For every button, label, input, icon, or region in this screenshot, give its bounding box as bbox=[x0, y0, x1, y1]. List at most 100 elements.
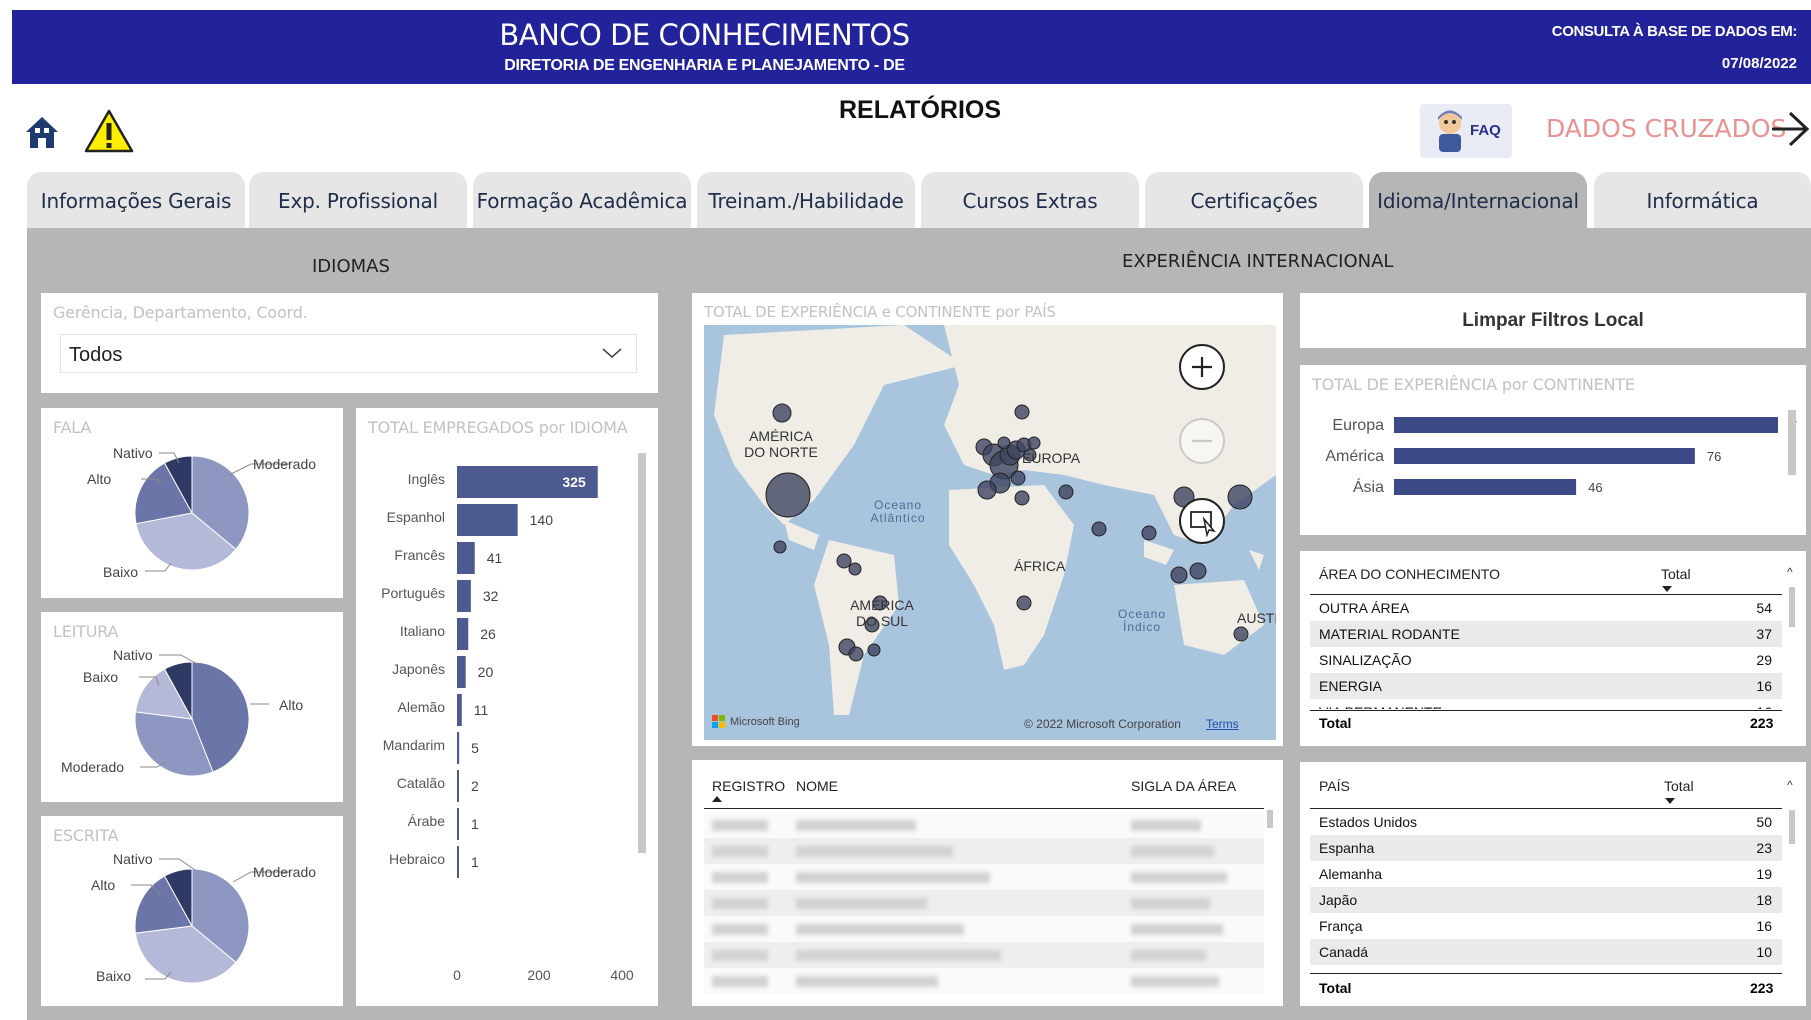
pais-table-body: Estados Unidos 50 Espanha 23 Alemanha 19 Japão… bbox=[1310, 809, 1782, 969]
col-pais[interactable]: PAÍS bbox=[1319, 778, 1350, 794]
warning-icon[interactable] bbox=[84, 108, 134, 154]
zoom-in-button[interactable] bbox=[1178, 343, 1226, 391]
table-row[interactable] bbox=[704, 942, 1264, 968]
continente-bar[interactable] bbox=[1394, 417, 1778, 433]
col-nome[interactable]: NOME bbox=[796, 778, 838, 794]
blurred-cell bbox=[796, 950, 1001, 961]
row-total: 54 bbox=[1756, 600, 1772, 616]
map-copyright: © 2022 Microsoft Corporation bbox=[1024, 717, 1181, 731]
dados-cruzados-link[interactable]: DADOS CRUZADOS bbox=[1546, 114, 1786, 143]
continente-scrollbar[interactable] bbox=[1788, 410, 1796, 475]
blurred-cell bbox=[796, 846, 953, 857]
continente-category-label: Ásia bbox=[1353, 477, 1384, 496]
table-row[interactable]: SINALIZAÇÃO 29 bbox=[1310, 647, 1782, 673]
idioma-category-label: Francês bbox=[394, 547, 445, 563]
map-select-button[interactable] bbox=[1178, 497, 1226, 545]
tab-certifica-es[interactable]: Certificações bbox=[1145, 172, 1363, 229]
table-row[interactable]: OUTRA ÁREA 54 bbox=[1310, 595, 1782, 621]
idioma-scrollbar[interactable] bbox=[638, 453, 646, 853]
table-row[interactable] bbox=[704, 864, 1264, 890]
table-row[interactable]: ENERGIA 16 bbox=[1310, 673, 1782, 699]
idioma-bar[interactable] bbox=[457, 846, 459, 878]
idioma-bar-value: 41 bbox=[487, 550, 503, 566]
continente-bar[interactable] bbox=[1394, 448, 1695, 464]
tab-informa-es-gerais[interactable]: Informações Gerais bbox=[27, 172, 245, 229]
world-map[interactable]: AMÉRICA DO NORTE EUROPA ÁFRICA AMÉRICA D… bbox=[704, 325, 1276, 740]
row-name: OUTRA ÁREA bbox=[1319, 600, 1410, 616]
pais-total-label: Total bbox=[1319, 980, 1352, 996]
table-row[interactable]: Espanha 23 bbox=[1310, 835, 1782, 861]
table-row[interactable]: Estados Unidos 50 bbox=[1310, 809, 1782, 835]
row-total: 37 bbox=[1756, 626, 1772, 642]
idioma-bar[interactable] bbox=[457, 580, 471, 612]
blurred-cell bbox=[796, 976, 938, 987]
app-header: BANCO DE CONHECIMENTOS DIRETORIA DE ENGE… bbox=[12, 10, 1811, 84]
area-scroll-up-icon[interactable]: ^ bbox=[1787, 565, 1793, 579]
continente-bar-panel: TOTAL DE EXPERIÊNCIA por CONTINENTE Euro… bbox=[1300, 365, 1806, 535]
idioma-bar[interactable] bbox=[457, 808, 459, 840]
table-row[interactable]: França 16 bbox=[1310, 913, 1782, 939]
row-total: 50 bbox=[1756, 814, 1772, 830]
registro-scrollbar[interactable] bbox=[1267, 810, 1273, 828]
table-row[interactable] bbox=[704, 968, 1264, 994]
registro-table-panel: REGISTRO NOME SIGLA DA ÁREA bbox=[692, 760, 1283, 1006]
pais-scrollbar[interactable] bbox=[1789, 810, 1795, 844]
idioma-bar-value: 140 bbox=[530, 512, 554, 528]
table-row[interactable] bbox=[704, 812, 1264, 838]
home-icon[interactable] bbox=[22, 112, 62, 152]
registro-table-body bbox=[704, 812, 1264, 1002]
continente-bar-chart: Europa7América76Ásia46 bbox=[1325, 417, 1797, 496]
blurred-cell bbox=[712, 820, 768, 831]
tab-idioma-internacional[interactable]: Idioma/Internacional bbox=[1369, 172, 1587, 229]
zoom-out-button[interactable] bbox=[1178, 417, 1226, 465]
continente-bar-value: 46 bbox=[1588, 480, 1602, 495]
chevron-down-icon bbox=[602, 348, 622, 359]
table-row[interactable] bbox=[704, 916, 1264, 942]
leitura-pie-panel: LEITURA Nativo Baixo Alto Moderado bbox=[41, 612, 343, 802]
table-row[interactable]: Alemanha 19 bbox=[1310, 861, 1782, 887]
col-area[interactable]: ÁREA DO CONHECIMENTO bbox=[1319, 566, 1500, 582]
query-label: CONSULTA À BASE DE DADOS EM: bbox=[1551, 23, 1798, 40]
area-scrollbar[interactable] bbox=[1789, 587, 1795, 627]
blurred-cell bbox=[712, 924, 768, 935]
idioma-bar[interactable] bbox=[457, 504, 518, 536]
idioma-bar[interactable] bbox=[457, 732, 460, 764]
table-row[interactable]: MATERIAL RODANTE 37 bbox=[1310, 621, 1782, 647]
area-total-rule bbox=[1310, 710, 1782, 711]
faq-button[interactable]: FAQ bbox=[1420, 104, 1512, 158]
table-row[interactable]: Canadá 10 bbox=[1310, 939, 1782, 965]
idioma-bar[interactable] bbox=[457, 770, 459, 802]
col-registro[interactable]: REGISTRO bbox=[712, 778, 785, 794]
gerencia-dropdown[interactable]: Todos bbox=[60, 334, 637, 373]
arrow-right-icon[interactable] bbox=[1770, 106, 1810, 152]
col-pais-total[interactable]: Total bbox=[1664, 778, 1694, 794]
table-row[interactable] bbox=[704, 890, 1264, 916]
table-row[interactable] bbox=[704, 838, 1264, 864]
tab-inform-tica[interactable]: Informática bbox=[1594, 172, 1811, 229]
tab-cursos-extras[interactable]: Cursos Extras bbox=[921, 172, 1139, 229]
blurred-cell bbox=[1131, 898, 1210, 909]
idioma-bar[interactable] bbox=[457, 542, 475, 574]
tab-exp-profissional[interactable]: Exp. Profissional bbox=[249, 172, 467, 229]
blurred-cell bbox=[1131, 924, 1223, 935]
leitura-label-baixo: Baixo bbox=[83, 669, 119, 685]
pais-scroll-up-icon[interactable]: ^ bbox=[1787, 778, 1793, 792]
blurred-cell bbox=[796, 898, 927, 909]
map-terms-link[interactable]: Terms bbox=[1206, 717, 1239, 731]
fala-label-alto: Alto bbox=[87, 471, 112, 487]
tab-forma-o-acad-mica[interactable]: Formação Acadêmica bbox=[473, 172, 691, 229]
idioma-category-label: Hebraico bbox=[389, 851, 445, 867]
limpar-filtros-button[interactable]: Limpar Filtros Local bbox=[1300, 293, 1806, 348]
idioma-bar[interactable] bbox=[457, 694, 462, 726]
map-label-australia: AUSTI bbox=[1237, 610, 1276, 626]
col-area-total[interactable]: Total bbox=[1661, 566, 1691, 582]
idioma-bar[interactable] bbox=[457, 656, 466, 688]
fala-label-nativo: Nativo bbox=[113, 445, 153, 461]
idioma-bar[interactable] bbox=[457, 618, 469, 650]
sort-desc-icon bbox=[1665, 798, 1675, 804]
table-row[interactable]: Japão 18 bbox=[1310, 887, 1782, 913]
table-row[interactable]: VIA PERMANENTE 16 bbox=[1310, 699, 1782, 709]
col-sigla[interactable]: SIGLA DA ÁREA bbox=[1131, 778, 1236, 794]
tab-treinam-habilidade[interactable]: Treinam./Habilidade bbox=[697, 172, 915, 229]
continente-bar[interactable] bbox=[1394, 479, 1577, 495]
